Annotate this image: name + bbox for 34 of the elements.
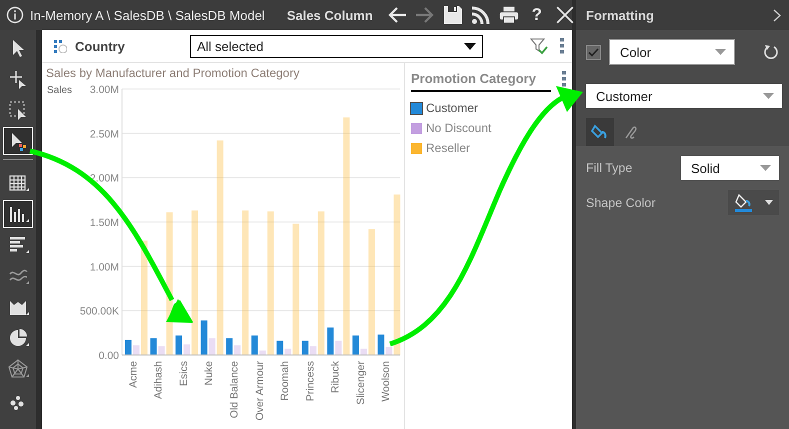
legend-label[interactable]: Reseller bbox=[426, 141, 470, 155]
filter-label: Country bbox=[75, 38, 126, 54]
x-tick-label: Woolson bbox=[380, 361, 392, 402]
x-tick-label: Princess bbox=[304, 361, 316, 402]
property-dropdown[interactable]: Color bbox=[609, 39, 735, 65]
x-tick-label: Nuke bbox=[203, 361, 216, 386]
legend-label[interactable]: Customer bbox=[426, 101, 478, 115]
y-tick-label: 3.00M bbox=[90, 84, 119, 96]
y-tick-label: 2.50M bbox=[90, 128, 119, 140]
filter-dropdown[interactable]: All selected bbox=[190, 34, 483, 58]
y-tick-label: 0.00 bbox=[98, 350, 119, 362]
series-dropdown[interactable]: Customer bbox=[586, 84, 782, 108]
breadcrumb-path: In-Memory A \ SalesDB \ SalesDB Model bbox=[30, 8, 265, 22]
fill-type-dropdown[interactable]: Solid bbox=[681, 156, 779, 180]
x-tick-label: Acme bbox=[127, 361, 140, 388]
x-tick-label: Adihash bbox=[152, 361, 165, 399]
x-tick-label: Old Balance bbox=[228, 361, 240, 418]
y-axis-title: Sales bbox=[47, 85, 72, 96]
field-label: Fill Type bbox=[586, 161, 632, 175]
y-tick-label: 1.00M bbox=[90, 261, 119, 274]
x-tick-label: Slicenger bbox=[354, 361, 367, 405]
help-button[interactable]: ? bbox=[526, 5, 547, 25]
x-tick-label: Esics bbox=[178, 361, 190, 386]
y-tick-label: 1.50M bbox=[90, 217, 119, 229]
chart-title: Sales by Manufacturer and Promotion Category bbox=[45, 65, 300, 82]
view-title: Sales Column bbox=[286, 8, 373, 22]
legend-title: Promotion Category bbox=[411, 71, 551, 92]
panel-title: Formatting bbox=[586, 8, 654, 22]
x-tick-label: Ribuck bbox=[330, 361, 342, 394]
legend-label[interactable]: No Discount bbox=[426, 121, 492, 135]
x-tick-label: Over Armour bbox=[254, 361, 266, 421]
y-tick-label: 500.00K bbox=[80, 306, 119, 318]
x-tick-label: Roomah bbox=[279, 361, 292, 401]
field-label: Shape Color bbox=[586, 196, 656, 210]
